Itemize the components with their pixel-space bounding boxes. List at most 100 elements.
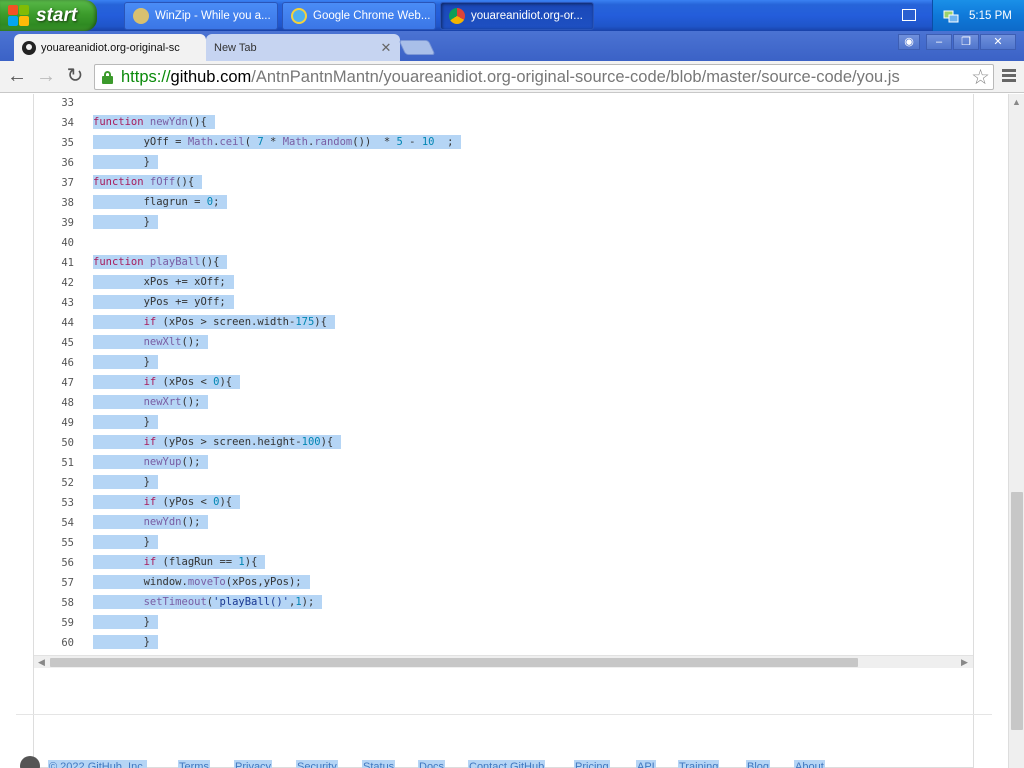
footer-link-api[interactable]: API <box>636 760 656 768</box>
footer-link-terms[interactable]: Terms <box>178 760 210 768</box>
chrome-icon <box>449 8 465 24</box>
site-footer: © 2022 GitHub, Inc. Terms Privacy Securi… <box>16 756 1006 768</box>
line-number[interactable]: 50 <box>34 437 74 449</box>
code-line: 45 newXlt(); <box>34 332 934 352</box>
tab-youareanidiot[interactable]: youareanidiot.org-original-sc <box>14 34 206 61</box>
line-number[interactable]: 41 <box>34 257 74 269</box>
line-number[interactable]: 49 <box>34 417 74 429</box>
line-number[interactable]: 36 <box>34 157 74 169</box>
line-number[interactable]: 52 <box>34 477 74 489</box>
line-number[interactable]: 48 <box>34 397 74 409</box>
footer-link-privacy[interactable]: Privacy <box>234 760 273 768</box>
restore-button[interactable]: ❐ <box>953 34 979 50</box>
code-text: yPos += yOff; <box>93 295 234 309</box>
address-bar[interactable]: https:// github.com /AntnPantnMantn/youa… <box>94 64 994 90</box>
line-number[interactable]: 34 <box>34 117 74 129</box>
line-number[interactable]: 38 <box>34 197 74 209</box>
scroll-right-icon[interactable]: ▶ <box>961 657 968 668</box>
horizontal-scrollbar[interactable]: ◀ ▶ <box>34 655 973 668</box>
line-number[interactable]: 55 <box>34 537 74 549</box>
ie-icon <box>291 8 307 24</box>
code-line: 59 } <box>34 612 934 632</box>
line-number[interactable]: 59 <box>34 617 74 629</box>
footer-link-training[interactable]: Training <box>678 760 720 768</box>
scroll-up-icon[interactable]: ▲ <box>1012 97 1021 107</box>
line-number[interactable]: 56 <box>34 557 74 569</box>
new-tab-button[interactable] <box>398 40 436 55</box>
footer-link-contact[interactable]: Contact GitHub <box>468 760 546 768</box>
taskbar-item-chrome-web[interactable]: Google Chrome Web... <box>282 2 436 30</box>
line-number[interactable]: 42 <box>34 277 74 289</box>
keyboard-icon[interactable] <box>902 9 916 21</box>
url-host: github.com <box>170 67 252 86</box>
tab-new-tab[interactable]: New Tab ✕ <box>206 34 400 61</box>
line-number[interactable]: 57 <box>34 577 74 589</box>
vertical-scrollbar[interactable]: ▲ <box>1008 94 1024 768</box>
scroll-left-icon[interactable]: ◀ <box>38 657 45 668</box>
line-number[interactable]: 39 <box>34 217 74 229</box>
code-text: setTimeout('playBall()',1); <box>93 595 323 609</box>
code-text: function fOff(){ <box>93 175 203 189</box>
vertical-scrollbar-thumb[interactable] <box>1011 492 1023 730</box>
close-tab-icon[interactable]: ✕ <box>380 40 392 56</box>
footer-copyright: © 2022 GitHub, Inc. <box>48 760 147 768</box>
network-icon[interactable] <box>943 8 959 24</box>
footer-link-status[interactable]: Status <box>362 760 396 768</box>
footer-link-docs[interactable]: Docs <box>418 760 446 768</box>
code-line: 46 } <box>34 352 934 372</box>
code-text: } <box>93 635 158 649</box>
bookmark-star-icon[interactable]: ☆ <box>971 65 990 90</box>
line-number[interactable]: 58 <box>34 597 74 609</box>
code-text: function newYdn(){ <box>93 115 215 129</box>
line-number[interactable]: 44 <box>34 317 74 329</box>
minimize-button[interactable]: – <box>926 34 952 50</box>
line-number[interactable]: 45 <box>34 337 74 349</box>
line-number[interactable]: 51 <box>34 457 74 469</box>
horizontal-scrollbar-thumb[interactable] <box>50 658 858 667</box>
code-text: } <box>93 355 158 369</box>
code-line: 56 if (flagRun == 1){ <box>34 552 934 572</box>
clock[interactable]: 5:15 PM <box>969 10 1012 22</box>
line-number[interactable]: 53 <box>34 497 74 509</box>
footer-link-about[interactable]: About <box>794 760 825 768</box>
code-text: flagrun = 0; <box>93 195 228 209</box>
footer-link-security[interactable]: Security <box>296 760 338 768</box>
code-line: 49 } <box>34 412 934 432</box>
close-window-button[interactable]: ✕ <box>980 34 1016 50</box>
code-text: newYdn(); <box>93 515 209 529</box>
footer-link-pricing[interactable]: Pricing <box>574 760 610 768</box>
profile-icon[interactable]: ◉ <box>898 34 920 50</box>
github-logo-icon[interactable] <box>20 756 40 768</box>
taskbar-item-youareanidiot[interactable]: youareanidiot.org-or... <box>440 2 594 30</box>
reload-icon[interactable]: ↻ <box>63 65 87 89</box>
code-text: xPos += xOff; <box>93 275 234 289</box>
line-number[interactable]: 33 <box>34 97 74 109</box>
windows-taskbar: start WinZip - While you a... Google Chr… <box>0 0 1024 31</box>
code-line: 37 function fOff(){ <box>34 172 934 192</box>
footer-link-blog[interactable]: Blog <box>746 760 771 768</box>
browser-toolbar: ← → ↻ https:// github.com /AntnPantnMant… <box>0 61 1024 93</box>
taskbar-item-winzip[interactable]: WinZip - While you a... <box>124 2 278 30</box>
line-number[interactable]: 43 <box>34 297 74 309</box>
taskbar-item-label: youareanidiot.org-or... <box>471 10 583 22</box>
code-line: 57 window.moveTo(xPos,yPos); <box>34 572 934 592</box>
start-button[interactable]: start <box>0 0 97 31</box>
line-number[interactable]: 54 <box>34 517 74 529</box>
line-number[interactable]: 46 <box>34 357 74 369</box>
line-number[interactable]: 35 <box>34 137 74 149</box>
menu-icon[interactable] <box>1002 69 1016 83</box>
line-number[interactable]: 60 <box>34 637 74 649</box>
lock-icon[interactable] <box>102 70 113 84</box>
code-line: 36 } <box>34 152 934 172</box>
taskbar-item-label: Google Chrome Web... <box>313 10 431 22</box>
code-text: } <box>93 615 158 629</box>
code-line: 53 if (yPos < 0){ <box>34 492 934 512</box>
line-number[interactable]: 40 <box>34 237 74 249</box>
line-number[interactable]: 37 <box>34 177 74 189</box>
forward-arrow-icon[interactable]: → <box>34 65 58 89</box>
back-arrow-icon[interactable]: ← <box>5 65 29 89</box>
line-number[interactable]: 47 <box>34 377 74 389</box>
code-text: if (yPos > screen.height-100){ <box>93 435 342 449</box>
